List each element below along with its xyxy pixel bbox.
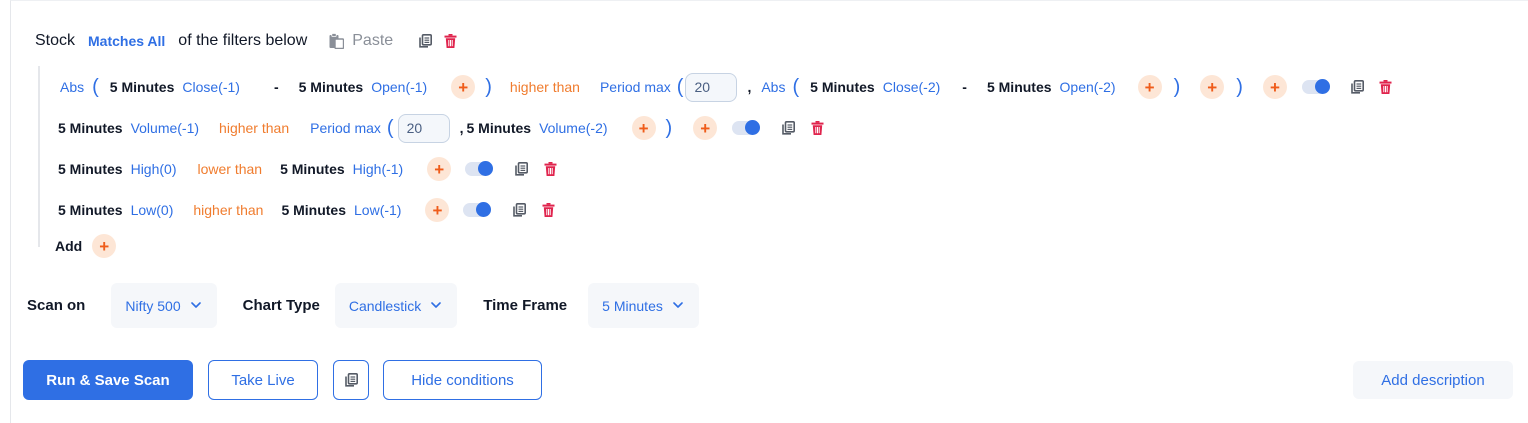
time-frame-value: 5 Minutes [602, 297, 663, 314]
abs-function[interactable]: Abs [60, 79, 84, 95]
abs-function[interactable]: Abs [761, 79, 785, 95]
field-token[interactable]: Volume(-1) [131, 120, 199, 136]
comparison-operator[interactable]: higher than [510, 79, 580, 95]
chevron-down-icon [431, 302, 441, 309]
add-description-button[interactable]: Add description [1353, 361, 1513, 399]
timeframe-token[interactable]: 5 Minutes [280, 161, 345, 177]
field-token[interactable]: Volume(-2) [539, 120, 607, 136]
chart-type-value: Candlestick [348, 297, 422, 314]
delete-icon[interactable] [544, 162, 557, 176]
copy-icon[interactable] [1351, 80, 1364, 94]
timeframe-token[interactable]: 5 Minutes [110, 79, 175, 95]
field-token[interactable]: Open(-1) [371, 79, 427, 95]
field-token[interactable]: Low(0) [131, 202, 174, 218]
paste-label: Paste [352, 32, 394, 49]
add-operand-button[interactable]: + [1200, 75, 1225, 99]
run-save-scan-button[interactable]: Run & Save Scan [23, 360, 193, 400]
time-frame-label: Time Frame [483, 297, 568, 314]
delete-icon[interactable] [811, 121, 824, 135]
add-condition-button[interactable]: + [1262, 75, 1287, 99]
comparison-operator[interactable]: higher than [219, 120, 289, 136]
period-max-function[interactable]: Period max [600, 79, 671, 95]
scan-on-dropdown[interactable]: Nifty 500 [111, 283, 217, 328]
add-operand-button[interactable]: + [1137, 75, 1162, 99]
copy-icon[interactable] [513, 203, 526, 217]
delete-icon[interactable] [444, 34, 457, 48]
scan-on-label: Scan on [27, 297, 86, 314]
timeframe-token[interactable]: 5 Minutes [58, 120, 123, 136]
timeframe-token[interactable]: 5 Minutes [58, 202, 123, 218]
condition-row-1: Abs ( 5 Minutes Close(-1) - 5 Minutes Op… [60, 72, 1392, 102]
timeframe-token[interactable]: 5 Minutes [281, 202, 346, 218]
matches-all-dropdown[interactable]: Matches All [88, 33, 165, 49]
chart-type-dropdown[interactable]: Candlestick [334, 283, 458, 328]
comma: , [747, 79, 752, 95]
add-filter-row[interactable]: Add + [55, 234, 117, 258]
paste-button[interactable]: Paste [329, 32, 393, 50]
timeframe-token[interactable]: 5 Minutes [810, 79, 875, 95]
paren-close: ) [665, 117, 673, 139]
comma: , [459, 120, 464, 136]
condition-toggle[interactable] [1301, 79, 1330, 94]
hide-conditions-button[interactable]: Hide conditions [383, 360, 542, 400]
condition-toggle[interactable] [463, 202, 492, 217]
minus-operator[interactable]: - [274, 79, 279, 95]
comparison-operator[interactable]: higher than [193, 202, 263, 218]
delete-icon[interactable] [542, 203, 555, 217]
paren-open: ( [792, 76, 800, 98]
period-max-function[interactable]: Period max [310, 120, 381, 136]
take-live-button[interactable]: Take Live [208, 360, 318, 400]
paren-close: ) [1236, 76, 1243, 98]
add-condition-button[interactable]: + [693, 116, 718, 140]
paren-close: ) [1173, 76, 1181, 98]
scan-on-value: Nifty 500 [125, 297, 181, 314]
condition-row-3: 5 Minutes High(0) lower than 5 Minutes H… [58, 156, 557, 182]
timeframe-token[interactable]: 5 Minutes [466, 120, 531, 136]
add-operand-button[interactable]: + [451, 75, 476, 99]
chevron-down-icon [191, 302, 201, 309]
field-token[interactable]: Close(-2) [883, 79, 941, 95]
stock-label: Stock [35, 32, 76, 49]
period-input[interactable] [397, 113, 450, 143]
field-token[interactable]: Low(-1) [354, 202, 401, 218]
time-frame-dropdown[interactable]: 5 Minutes [588, 283, 699, 328]
condition-toggle[interactable] [732, 120, 761, 135]
delete-icon[interactable] [1379, 80, 1392, 94]
copy-icon [345, 373, 358, 387]
paren-open: ( [386, 117, 394, 139]
add-condition-button[interactable]: + [425, 198, 450, 222]
field-token[interactable]: Open(-2) [1060, 79, 1116, 95]
minus-operator[interactable]: - [962, 79, 967, 95]
conditions-group-line [38, 66, 40, 247]
timeframe-token[interactable]: 5 Minutes [299, 79, 364, 95]
chevron-down-icon [673, 302, 683, 309]
timeframe-token[interactable]: 5 Minutes [987, 79, 1052, 95]
copy-icon[interactable] [515, 162, 528, 176]
chart-type-label: Chart Type [242, 297, 320, 314]
copy-icon[interactable] [419, 34, 432, 48]
paren-open: ( [92, 76, 99, 98]
field-token[interactable]: High(-1) [353, 161, 404, 177]
add-filter-button[interactable]: + [92, 234, 117, 258]
settings-row: Scan on Nifty 500 Chart Type Candlestick… [27, 283, 699, 328]
clipboard-icon [329, 33, 345, 49]
filter-header: Stock Matches All of the filters below P… [35, 29, 457, 53]
copy-scan-button[interactable] [333, 360, 369, 400]
condition-row-4: 5 Minutes Low(0) higher than 5 Minutes L… [58, 197, 555, 223]
timeframe-token[interactable]: 5 Minutes [58, 161, 123, 177]
add-operand-button[interactable]: + [631, 116, 656, 140]
comparison-operator[interactable]: lower than [197, 161, 262, 177]
add-label: Add [55, 238, 83, 254]
period-input[interactable] [685, 72, 738, 102]
condition-toggle[interactable] [465, 161, 494, 176]
paren-open: ( [676, 76, 684, 98]
copy-icon[interactable] [782, 121, 795, 135]
field-token[interactable]: High(0) [131, 161, 177, 177]
add-condition-button[interactable]: + [427, 157, 452, 181]
field-token[interactable]: Close(-1) [182, 79, 240, 95]
condition-row-2: 5 Minutes Volume(-1) higher than Period … [58, 113, 824, 143]
paren-close: ) [485, 76, 492, 98]
filter-header-text: of the filters below [178, 32, 308, 49]
